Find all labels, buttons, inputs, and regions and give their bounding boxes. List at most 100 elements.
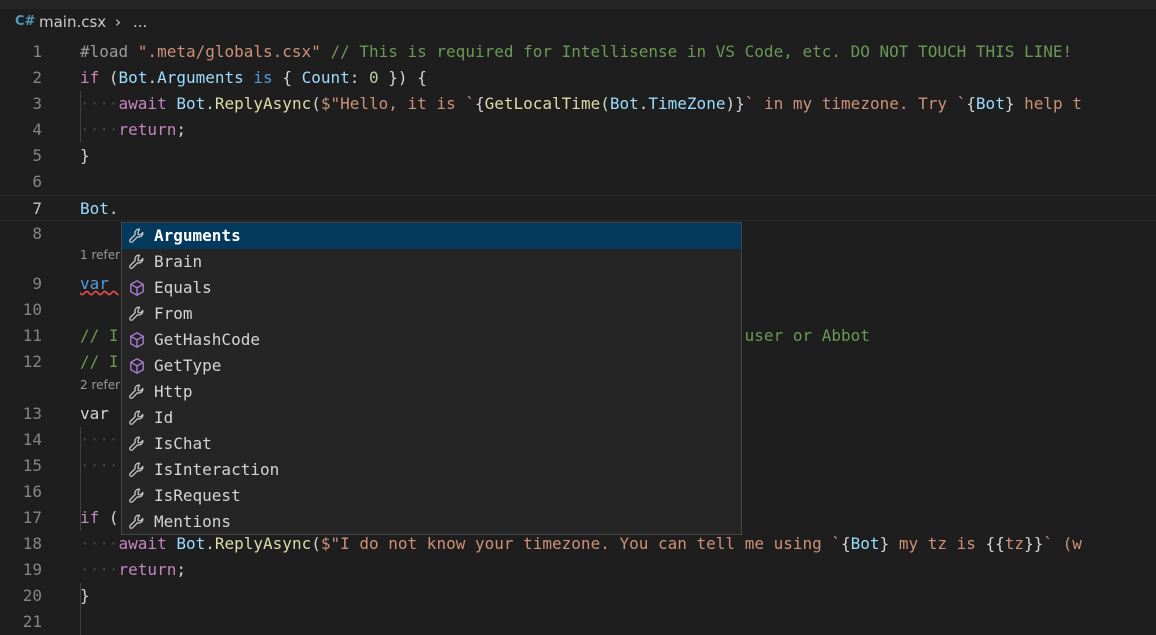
code-line[interactable]: 4 ····return; (0, 117, 1156, 143)
code-text: } (80, 583, 90, 609)
suggestion-item[interactable]: Http (122, 379, 741, 405)
cube-icon (128, 357, 146, 375)
breadcrumb-more[interactable]: ... (133, 13, 147, 31)
suggestion-item[interactable]: GetHashCode (122, 327, 741, 353)
code-text: ····await Bot.ReplyAsync($"Hello, it is … (80, 91, 1082, 117)
code-token: Bot (850, 534, 880, 553)
indent-guide (80, 91, 81, 143)
code-token: { (841, 534, 851, 553)
code-token: 0 (369, 68, 389, 87)
code-line[interactable]: 21 (0, 609, 1156, 635)
code-token: var (80, 404, 119, 423)
code-token: Bot (176, 94, 206, 113)
line-number: 12 (22, 352, 42, 371)
breadcrumb-separator: › (115, 13, 121, 31)
line-number: 15 (22, 456, 42, 475)
code-token: . (205, 94, 215, 113)
code-token: . (638, 94, 649, 113)
line-number: 7 (32, 199, 42, 218)
code-token: ; (176, 120, 186, 139)
code-token: ( (311, 534, 321, 553)
suggestion-item[interactable]: IsRequest (122, 483, 741, 509)
line-number: 13 (22, 404, 42, 423)
code-text: ····return; (80, 557, 186, 583)
code-token: if (80, 68, 109, 87)
code-text: #load ".meta/globals.csx" // This is req… (80, 39, 1072, 65)
code-token: return (118, 120, 177, 139)
indent-guide (80, 427, 81, 531)
suggestion-label: Brain (154, 252, 203, 271)
line-number: 17 (22, 508, 42, 527)
wrench-icon (128, 409, 146, 427)
suggestion-item[interactable]: Equals (122, 275, 741, 301)
codelens-references[interactable]: 2 refer (80, 377, 120, 393)
suggestion-item[interactable]: Mentions (122, 509, 741, 534)
code-token: // This is required for Intellisense in … (330, 42, 1073, 61)
code-token: help t (1014, 94, 1082, 113)
line-number: 14 (22, 430, 42, 449)
code-token: Bot (975, 94, 1005, 113)
code-token: ( (108, 68, 119, 87)
code-line[interactable]: 5} (0, 143, 1156, 169)
line-number: 5 (32, 146, 42, 165)
code-token: ` in my timezone. Try ` (744, 94, 967, 113)
code-token: . (108, 199, 119, 218)
code-token: $"Hello, it is ` (320, 94, 475, 113)
code-token: $"I do not know your timezone. You can t… (320, 534, 842, 553)
code-text: // I (80, 349, 119, 375)
wrench-icon (128, 513, 146, 531)
indent-whitespace: ···· (80, 560, 119, 579)
suggestion-label: From (154, 304, 193, 323)
code-token: await (118, 94, 177, 113)
code-token: GetLocalTime (484, 94, 601, 113)
suggest-widget[interactable]: Arguments Brain Equals From GetHashCode GetTy… (121, 222, 742, 535)
wrench-icon (128, 435, 146, 453)
suggestion-label: Mentions (154, 512, 232, 531)
code-token: . (147, 68, 158, 87)
code-token: } (879, 534, 890, 553)
code-line[interactable]: 3 ····await Bot.ReplyAsync($"Hello, it is… (0, 91, 1156, 117)
indent-whitespace: ···· (80, 534, 119, 553)
line-number: 1 (32, 42, 42, 61)
codelens-references[interactable]: 1 refer (80, 247, 120, 263)
wrench-icon (128, 305, 146, 323)
code-token: ; (176, 560, 186, 579)
wrench-icon (128, 383, 146, 401)
suggestion-item[interactable]: GetType (122, 353, 741, 379)
code-token: } (80, 586, 90, 605)
code-token: . (205, 534, 215, 553)
suggestion-item[interactable]: From (122, 301, 741, 327)
line-number: 3 (32, 94, 42, 113)
code-token: ` (w (1043, 534, 1082, 553)
wrench-icon (128, 487, 146, 505)
code-token: ".meta/globals.csx" (137, 42, 331, 61)
code-token: }} (1024, 534, 1044, 553)
code-token: { (282, 68, 302, 87)
indent-guide (80, 583, 81, 635)
suggestion-item[interactable]: Arguments (122, 223, 741, 249)
code-line[interactable]: 20} (0, 583, 1156, 609)
code-line[interactable]: 1 #load ".meta/globals.csx" // This is re… (0, 39, 1156, 65)
line-number: 11 (22, 326, 42, 345)
line-number: 19 (22, 560, 42, 579)
code-token: : (349, 68, 370, 87)
code-token: ( (311, 94, 321, 113)
code-text: Bot. (80, 196, 119, 222)
suggestion-item[interactable]: Brain (122, 249, 741, 275)
code-token: // I (80, 352, 119, 371)
code-line[interactable]: 6 (0, 169, 1156, 195)
code-token: await (118, 534, 177, 553)
code-token: tz (1004, 534, 1025, 553)
suggestion-item[interactable]: IsInteraction (122, 457, 741, 483)
suggestion-item[interactable]: IsChat (122, 431, 741, 457)
line-number: 2 (32, 68, 42, 87)
suggestion-item[interactable]: Id (122, 405, 741, 431)
code-token: ReplyAsync (214, 94, 312, 113)
code-line[interactable]: 7 Bot. (0, 195, 1156, 221)
wrench-icon (128, 253, 146, 271)
line-number: 20 (22, 586, 42, 605)
code-text: ····return; (80, 117, 186, 143)
code-line[interactable]: 19 ····return; (0, 557, 1156, 583)
code-line[interactable]: 2 if (Bot.Arguments is { Count: 0 }) { (0, 65, 1156, 91)
breadcrumb-file[interactable]: main.csx (39, 13, 106, 31)
